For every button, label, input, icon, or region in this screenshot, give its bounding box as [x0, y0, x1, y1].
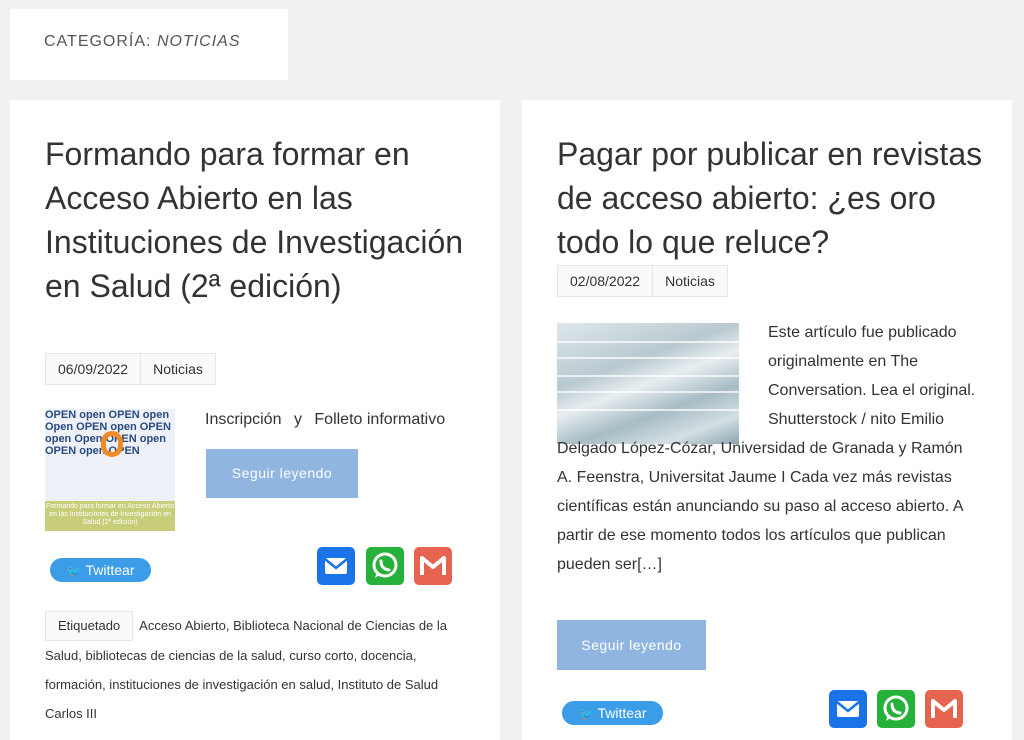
share-email-button[interactable]	[317, 547, 355, 585]
twitter-bird-icon: 🐦	[66, 564, 82, 578]
post-card: Formando para formar en Acceso Abierto e…	[10, 100, 500, 740]
category-name: NOTICIAS	[156, 33, 241, 50]
email-icon	[324, 558, 348, 574]
post-card: Pagar por publicar en revistas de acceso…	[522, 100, 1012, 740]
thumbnail-caption: Formando para formar en Acceso Abierto e…	[45, 501, 175, 531]
tags-label: Etiquetado	[45, 611, 134, 641]
share-whatsapp-button[interactable]	[366, 547, 404, 585]
share-whatsapp-button[interactable]	[877, 690, 915, 728]
post-links: Inscripción y Folleto informativo	[205, 411, 453, 429]
post-thumbnail[interactable]: OPEN open OPEN open Open OPEN open OPEN …	[45, 409, 175, 531]
gmail-icon	[931, 699, 957, 718]
tweet-label: Twittear	[597, 705, 647, 721]
open-access-lock-icon	[101, 431, 123, 457]
share-gmail-button[interactable]	[925, 690, 963, 728]
inscription-link[interactable]: Inscripción	[205, 411, 281, 428]
post-category[interactable]: Noticias	[141, 353, 216, 385]
post-excerpt: Este artículo fue publicado originalment…	[557, 318, 977, 579]
twitter-bird-icon: 🐦	[578, 707, 594, 721]
read-more-button[interactable]: Seguir leyendo	[557, 620, 706, 670]
post-category[interactable]: Noticias	[653, 265, 728, 297]
email-icon	[836, 701, 860, 717]
share-gmail-button[interactable]	[414, 547, 452, 585]
read-more-button[interactable]: Seguir leyendo	[206, 449, 358, 498]
post-date[interactable]: 06/09/2022	[45, 353, 142, 385]
brochure-link[interactable]: Folleto informativo	[314, 411, 445, 428]
category-header: CATEGORÍA: NOTICIAS	[10, 9, 288, 80]
post-date[interactable]: 02/08/2022	[557, 265, 654, 297]
tweet-button[interactable]: 🐦 Twittear	[562, 701, 663, 725]
tweet-button[interactable]: 🐦 Twittear	[50, 558, 151, 582]
post-meta: 02/08/2022 Noticias	[557, 265, 728, 297]
tweet-label: Twittear	[85, 562, 135, 578]
gmail-icon	[420, 556, 446, 575]
post-title[interactable]: Formando para formar en Acceso Abierto e…	[45, 132, 465, 308]
links-separator: y	[293, 411, 302, 428]
post-tags: Etiquetado Acceso Abierto, Biblioteca Nac…	[45, 611, 465, 728]
whatsapp-icon	[883, 695, 909, 721]
share-email-button[interactable]	[829, 690, 867, 728]
category-prefix: CATEGORÍA:	[44, 33, 152, 50]
whatsapp-icon	[372, 552, 398, 578]
post-title[interactable]: Pagar por publicar en revistas de acceso…	[557, 132, 987, 264]
post-meta: 06/09/2022 Noticias	[45, 353, 216, 385]
